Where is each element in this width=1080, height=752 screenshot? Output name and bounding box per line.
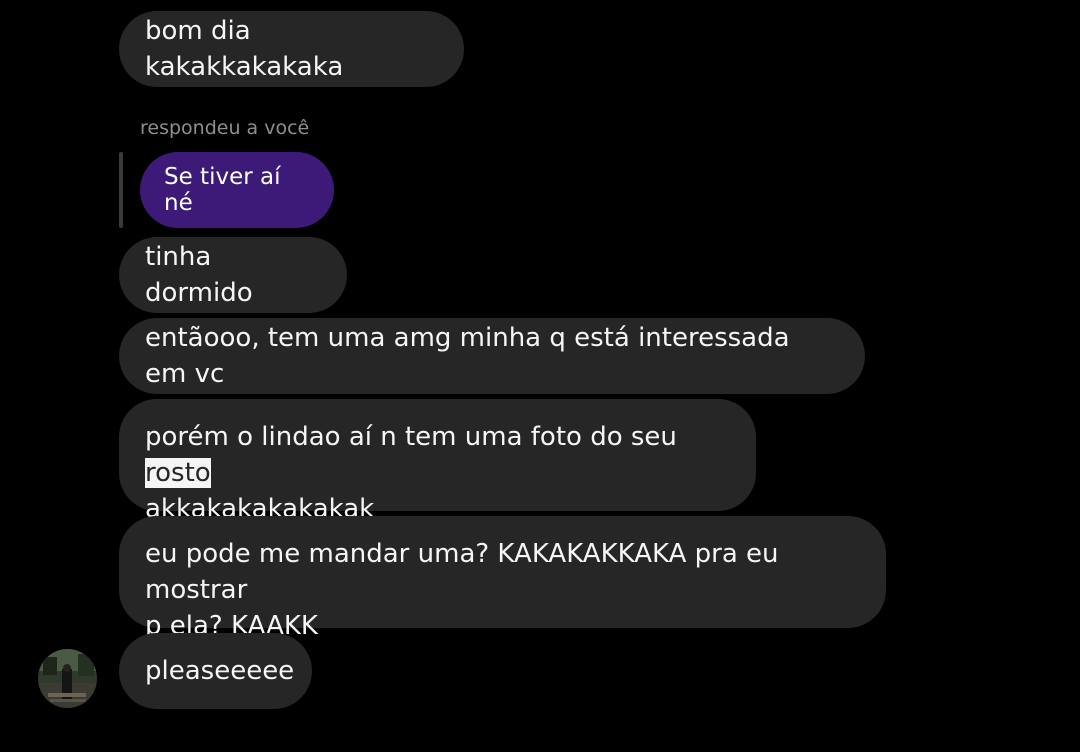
message-text: eu pode me mandar uma? KAKAKAKKAKA pra e… <box>145 536 860 644</box>
message-bubble[interactable]: tinha dormido <box>119 237 347 313</box>
message-bubble[interactable]: pleaseeeee <box>119 633 312 709</box>
message-bubble[interactable]: entãooo, tem uma amg minha q está intere… <box>119 318 865 394</box>
avatar-photo-icon <box>38 649 97 708</box>
reply-indicator-bar <box>119 152 123 228</box>
message-text: entãooo, tem uma amg minha q está intere… <box>145 323 790 389</box>
message-text: pleaseeeee <box>145 656 295 686</box>
quoted-message-text: Se tiver aí né <box>164 164 281 216</box>
message-text: tinha dormido <box>145 242 253 308</box>
reply-label: respondeu a você <box>140 117 310 139</box>
message-bubble[interactable]: porém o lindao aí n tem uma foto do seu … <box>119 399 756 524</box>
message-bubble[interactable]: eu pode me mandar uma? KAKAKAKKAKA pra e… <box>119 516 886 641</box>
highlighted-text: rosto <box>145 458 211 488</box>
message-bubble[interactable]: bom dia kakakkakakaka <box>119 11 464 87</box>
message-text-part: porém o lindao aí n tem uma foto do seu <box>145 422 677 452</box>
avatar[interactable] <box>38 649 97 708</box>
message-text: porém o lindao aí n tem uma foto do seu … <box>145 419 730 527</box>
message-text-line: eu pode me mandar uma? KAKAKAKKAKA pra e… <box>145 539 779 605</box>
message-text: bom dia kakakkakakaka <box>145 16 344 82</box>
quoted-message-bubble[interactable]: Se tiver aí né <box>140 152 334 228</box>
